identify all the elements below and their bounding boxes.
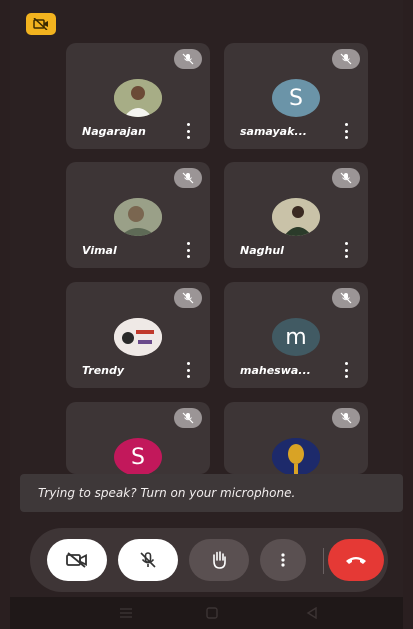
more-options-icon[interactable] (344, 362, 348, 378)
home-square-icon (206, 607, 218, 619)
participant-name: maheswa... (240, 364, 311, 377)
camera-off-indicator[interactable] (26, 13, 56, 35)
participant-tile[interactable]: S samayak... (224, 43, 368, 149)
back-triangle-icon (306, 607, 317, 619)
mic-toast: Trying to speak? Turn on your microphone… (20, 474, 403, 512)
controls-divider (323, 548, 324, 574)
camera-off-icon (66, 552, 87, 568)
mic-off-icon (140, 552, 156, 568)
participant-tile[interactable]: Nagarajan (66, 43, 210, 149)
avatar: S (272, 79, 320, 117)
menu-icon (120, 608, 132, 618)
mic-off-icon (332, 288, 360, 308)
camera-toggle-button[interactable] (47, 539, 107, 581)
mic-toggle-button[interactable] (118, 539, 178, 581)
more-options-icon[interactable] (344, 242, 348, 258)
mic-off-icon (174, 49, 202, 69)
participant-tile[interactable] (224, 402, 368, 476)
participant-tile[interactable]: Trendy (66, 282, 210, 388)
participant-name: Vimal (82, 244, 117, 257)
avatar (114, 318, 162, 356)
more-options-icon[interactable] (186, 123, 190, 139)
mic-off-icon (174, 288, 202, 308)
more-options-icon[interactable] (186, 362, 190, 378)
avatar: m (272, 318, 320, 356)
avatar-initial: S (289, 85, 303, 111)
more-vert-icon (281, 553, 285, 567)
more-options-icon[interactable] (344, 123, 348, 139)
participant-tile[interactable]: S (66, 402, 210, 476)
avatar (272, 438, 320, 476)
end-call-button[interactable] (328, 539, 384, 581)
participant-name: Naghul (240, 244, 284, 257)
end-call-icon (346, 557, 366, 564)
participant-name: Nagarajan (82, 125, 146, 138)
mic-off-icon (332, 168, 360, 188)
call-controls-bar (30, 528, 388, 592)
participant-tile[interactable]: Naghul (224, 162, 368, 268)
hand-icon (213, 551, 226, 569)
participant-name: samayak... (240, 125, 307, 138)
home-button[interactable] (192, 597, 232, 629)
avatar (114, 79, 162, 117)
avatar: S (114, 438, 162, 476)
avatar (272, 198, 320, 236)
avatar-initial: S (131, 444, 145, 470)
back-button[interactable] (292, 597, 332, 629)
system-nav-bar (10, 597, 403, 629)
recents-button[interactable] (106, 597, 146, 629)
avatar-initial: m (285, 324, 307, 350)
raise-hand-button[interactable] (189, 539, 249, 581)
mic-off-icon (174, 168, 202, 188)
participant-name: Trendy (82, 364, 125, 377)
mic-off-icon (332, 49, 360, 69)
more-options-icon[interactable] (186, 242, 190, 258)
participant-tile[interactable]: m maheswa... (224, 282, 368, 388)
participant-tile[interactable]: Vimal (66, 162, 210, 268)
mic-off-icon (174, 408, 202, 428)
more-options-button[interactable] (260, 539, 306, 581)
mic-off-icon (332, 408, 360, 428)
video-off-icon (33, 18, 48, 30)
avatar (114, 198, 162, 236)
